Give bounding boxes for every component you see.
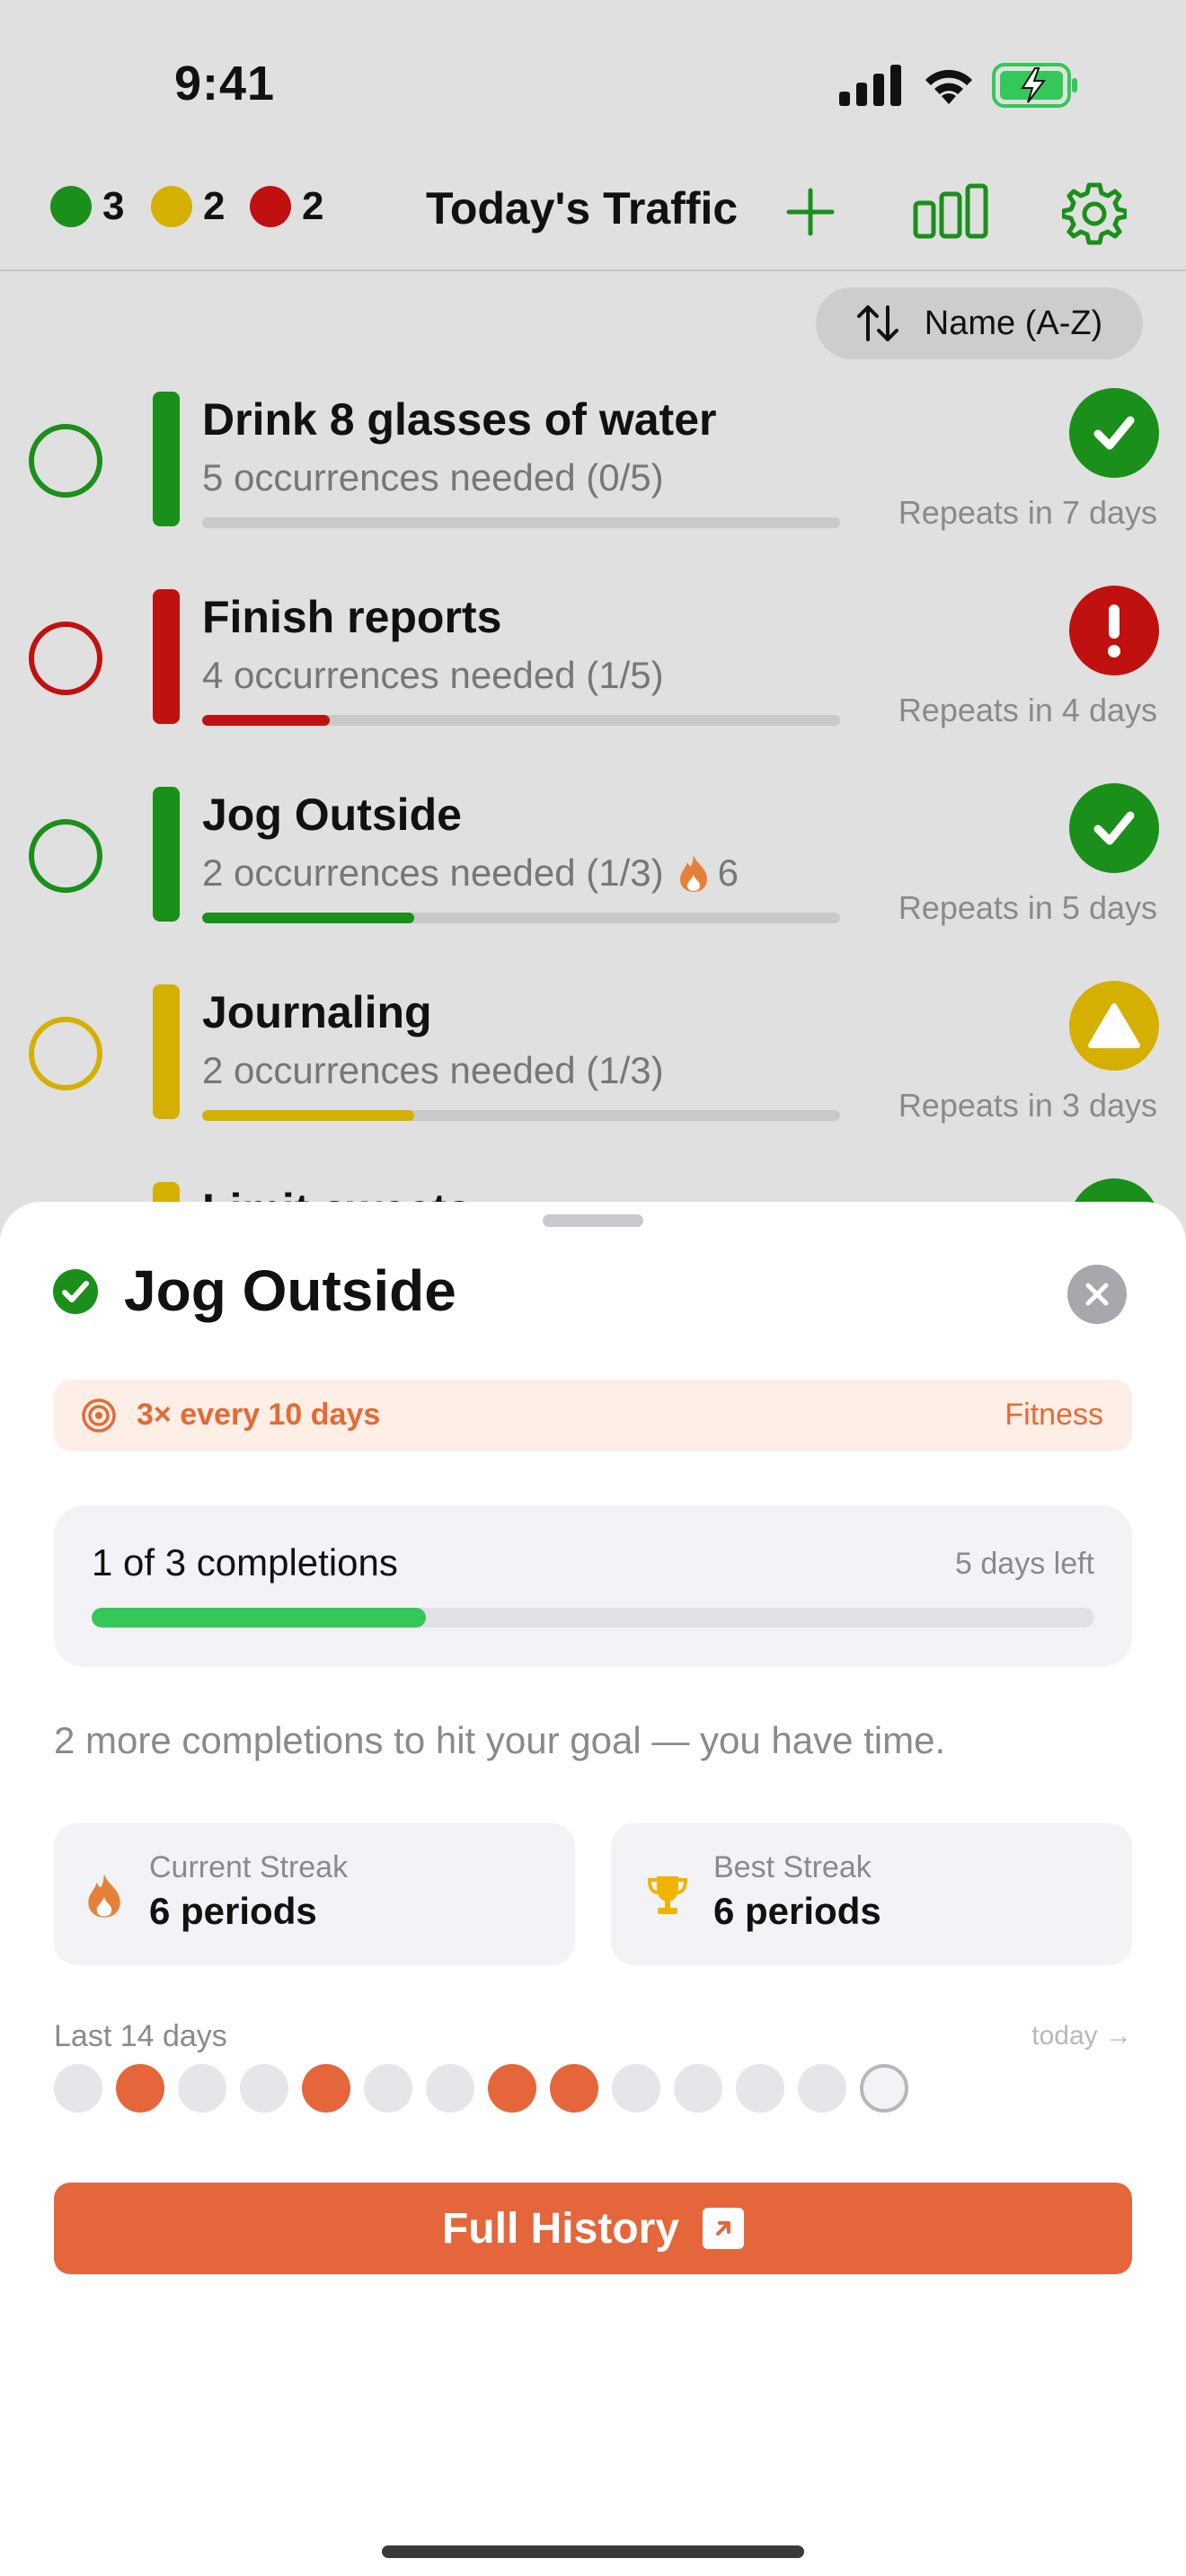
habit-row[interactable]: Finish reports 4 occurrences needed (1/5… — [0, 575, 1186, 772]
repeats-label: Repeats in 4 days — [898, 692, 1157, 728]
habit-list-screen: 9:41 3 2 2 Today's Traffic Name (A-Z) Dr… — [0, 0, 1186, 1317]
goal-category: Fitness — [1005, 1398, 1103, 1432]
full-history-label: Full History — [441, 2204, 680, 2253]
green-count-value: 3 — [102, 184, 125, 228]
day-dot — [178, 2064, 226, 2113]
repeats-label: Repeats in 3 days — [898, 1087, 1157, 1124]
day-dot — [736, 2064, 784, 2113]
habit-title: Journaling — [202, 987, 432, 1037]
day-dot — [426, 2064, 474, 2113]
habit-subtitle: 2 occurrences needed (1/3) — [202, 851, 664, 894]
wifi-icon — [925, 69, 972, 104]
completions-label: 1 of 3 completions — [92, 1541, 398, 1584]
status-triangle-icon — [1069, 981, 1159, 1071]
flame-icon — [679, 855, 707, 892]
flame-icon — [88, 1874, 120, 1918]
yellow-count-value: 2 — [203, 184, 226, 228]
day-dot — [54, 2064, 102, 2113]
habit-title: Finish reports — [202, 592, 502, 642]
current-streak-card: Current Streak 6 periods — [54, 1823, 575, 1965]
status-color-bar — [153, 984, 180, 1119]
habit-progress-bar — [202, 715, 840, 726]
close-icon — [1085, 1283, 1109, 1306]
cellular-signal-icon — [839, 65, 901, 106]
close-button[interactable] — [1067, 1265, 1127, 1324]
complete-toggle[interactable] — [29, 1017, 102, 1090]
red-count-value: 2 — [302, 184, 324, 228]
completion-progress-bar — [92, 1608, 1094, 1628]
status-color-bar — [153, 392, 180, 526]
complete-toggle[interactable] — [29, 622, 102, 695]
habit-subtitle: 2 occurrences needed (1/3) — [202, 1049, 664, 1091]
battery-charging-icon — [992, 63, 1077, 108]
current-streak-label: Current Streak — [149, 1850, 349, 1884]
day-dot-today — [860, 2064, 908, 2113]
best-streak-card: Best Streak 6 periods — [611, 1823, 1132, 1965]
sheet-grabber[interactable] — [543, 1214, 643, 1227]
history-range-label: Last 14 days — [54, 2019, 227, 2053]
habit-subtitle-row: 2 occurrences needed (1/3) 6 — [202, 851, 739, 895]
trophy-icon — [647, 1876, 688, 1914]
goal-hint: 2 more completions to hit your goal — yo… — [54, 1719, 946, 1761]
habit-row[interactable]: Jog Outside 2 occurrences needed (1/3) 6… — [0, 772, 1186, 970]
home-indicator — [382, 2545, 804, 2558]
habit-detail-sheet: Jog Outside 3× every 10 days Fitness 1 o… — [0, 1202, 1186, 2576]
habit-progress-bar — [202, 1110, 840, 1121]
habit-title: Jog Outside — [202, 790, 462, 840]
today-label: today → — [1031, 2021, 1132, 2051]
habit-subtitle: 4 occurrences needed (1/5) — [202, 654, 664, 696]
full-history-button[interactable]: Full History — [54, 2183, 1132, 2274]
day-dot — [550, 2064, 598, 2113]
page-title: Today's Traffic — [426, 183, 739, 234]
goal-banner: 3× every 10 days Fitness — [54, 1380, 1132, 1451]
days-left-label: 5 days left — [955, 1547, 1094, 1581]
status-time: 9:41 — [174, 57, 276, 110]
complete-toggle[interactable] — [29, 819, 102, 893]
checkmark-circle-icon — [53, 1269, 98, 1314]
target-icon — [82, 1398, 116, 1433]
stats-chart-icon[interactable] — [913, 183, 988, 239]
repeats-label: Repeats in 5 days — [898, 889, 1157, 926]
sheet-title: Jog Outside — [124, 1258, 456, 1323]
day-dot — [116, 2064, 164, 2113]
complete-toggle[interactable] — [29, 424, 102, 498]
habit-subtitle: 5 occurrences needed (0/5) — [202, 456, 664, 498]
completion-progress-fill — [92, 1608, 426, 1628]
add-icon[interactable] — [785, 187, 836, 237]
day-dot — [302, 2064, 350, 2113]
status-check-icon — [1069, 388, 1159, 478]
day-dot — [612, 2064, 660, 2113]
habit-row[interactable]: Journaling 2 occurrences needed (1/3) Re… — [0, 970, 1186, 1168]
green-count: 3 — [50, 184, 124, 229]
status-color-bar — [153, 589, 180, 724]
external-link-icon — [703, 2208, 745, 2249]
habit-title: Drink 8 glasses of water — [202, 394, 717, 445]
day-dot — [240, 2064, 288, 2113]
habit-row[interactable]: Drink 8 glasses of water 5 occurrences n… — [0, 377, 1186, 575]
red-count: 2 — [250, 184, 323, 229]
best-streak-label: Best Streak — [713, 1850, 872, 1884]
goal-frequency: 3× every 10 days — [137, 1398, 381, 1432]
habit-progress-bar — [202, 517, 840, 528]
status-check-icon — [1069, 783, 1159, 873]
day-dot — [488, 2064, 536, 2113]
yellow-count: 2 — [151, 184, 225, 229]
day-dot — [798, 2064, 846, 2113]
sort-label: Name (A-Z) — [924, 304, 1103, 342]
status-exclamation-icon — [1069, 586, 1159, 675]
progress-card: 1 of 3 completions 5 days left — [54, 1505, 1132, 1667]
current-streak-value: 6 periods — [149, 1890, 317, 1932]
settings-gear-icon[interactable] — [1062, 181, 1127, 246]
sort-button[interactable]: Name (A-Z) — [816, 287, 1143, 359]
repeats-label: Repeats in 7 days — [898, 494, 1157, 531]
status-color-bar — [153, 787, 180, 922]
day-dot — [364, 2064, 412, 2113]
streak-count: 6 — [717, 851, 739, 894]
best-streak-value: 6 periods — [713, 1890, 881, 1932]
sort-arrows-icon — [856, 305, 898, 341]
day-dot — [674, 2064, 722, 2113]
habit-progress-bar — [202, 913, 840, 923]
